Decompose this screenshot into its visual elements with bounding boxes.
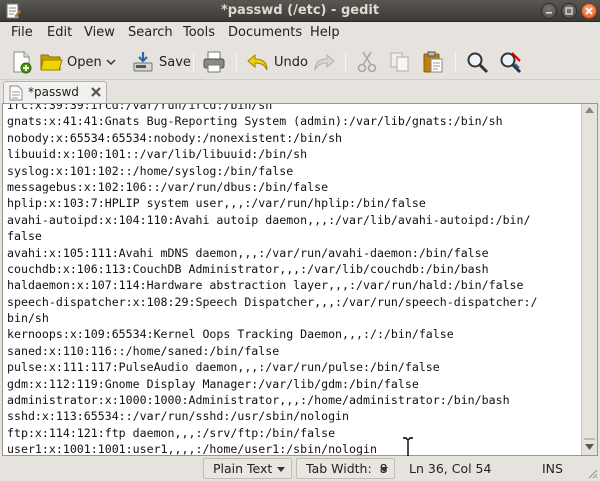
- undo-label: Undo: [274, 54, 308, 70]
- find-icon: [467, 52, 489, 74]
- save-label: Save: [159, 54, 191, 70]
- document-tab-bar: *passwd: [0, 80, 600, 104]
- resize-grip-icon[interactable]: [586, 467, 598, 479]
- minimize-button[interactable]: [541, 3, 557, 19]
- menu-bar: File Edit View Search Tools Documents He…: [0, 22, 600, 44]
- minimize-icon: [546, 12, 552, 14]
- cut-button[interactable]: [355, 48, 379, 76]
- text-line: gnats:x:41:41:Gnats Bug-Reporting System…: [7, 114, 503, 129]
- text-line: administrator:x:1000:1000:Administrator,…: [7, 393, 510, 408]
- close-button[interactable]: [581, 3, 597, 19]
- text-document-icon: [9, 85, 23, 101]
- copy-button[interactable]: [388, 48, 412, 76]
- open-folder-icon: [40, 54, 63, 71]
- cursor-position: Ln 36, Col 54: [409, 461, 492, 476]
- text-line: gdm:x:112:119:Gnome Display Manager:/var…: [7, 376, 419, 391]
- text-line: nobody:x:65534:65534:nobody:/nonexistent…: [7, 130, 343, 145]
- maximize-icon: [565, 7, 573, 15]
- maximize-button[interactable]: [561, 3, 577, 19]
- menu-tools[interactable]: Tools: [183, 25, 215, 40]
- toolbar-separator: [193, 52, 194, 72]
- toolbar: Open Save Undo: [0, 44, 600, 80]
- scroll-up-icon[interactable]: [585, 107, 594, 113]
- text-line: kernoops:x:109:65534:Kernel Oops Trackin…: [7, 327, 454, 342]
- text-view[interactable]: irc:x:39:39:ircd:/var/run/ircd:/bin/sh gn…: [7, 104, 580, 455]
- text-line: speech-dispatcher:x:108:29:Speech Dispat…: [7, 294, 538, 309]
- text-line: libuuid:x:100:101::/var/lib/libuuid:/bin…: [7, 147, 308, 162]
- text-line: false: [7, 229, 42, 244]
- find-replace-icon: [500, 52, 522, 74]
- menu-view[interactable]: View: [84, 25, 115, 40]
- text-line: irc:x:39:39:ircd:/var/run/ircd:/bin/sh: [7, 104, 273, 112]
- print-button[interactable]: [202, 48, 226, 76]
- copy-icon: [390, 52, 409, 72]
- find-button[interactable]: [465, 48, 489, 76]
- save-icon: [133, 52, 153, 72]
- close-tab-icon[interactable]: [90, 86, 102, 98]
- text-line: pulse:x:111:117:PulseAudio daemon,,,:/va…: [7, 360, 440, 375]
- find-replace-button[interactable]: [498, 48, 522, 76]
- undo-icon: [247, 53, 268, 71]
- chevron-down-icon: [106, 59, 116, 66]
- paste-icon: [423, 51, 443, 73]
- text-line: ftp:x:114:121:ftp daemon,,,:/srv/ftp:/bi…: [7, 425, 336, 440]
- editor[interactable]: irc:x:39:39:ircd:/var/run/ircd:/bin/sh gn…: [2, 103, 598, 456]
- language-label: Plain Text: [213, 461, 273, 476]
- text-line: user1:x:1001:1001:user1,,,,:/home/user1:…: [7, 442, 377, 455]
- text-line: sshd:x:113:65534::/var/run/sshd:/usr/sbi…: [7, 409, 350, 424]
- text-line: syslog:x:101:102::/home/syslog:/bin/fals…: [7, 163, 294, 178]
- open-recent-dropdown[interactable]: [106, 48, 116, 76]
- text-lines: irc:x:39:39:ircd:/var/run/ircd:/bin/sh gn…: [7, 104, 537, 455]
- scrollbar-thumb[interactable]: [584, 438, 595, 440]
- undo-button[interactable]: Undo: [246, 48, 308, 76]
- redo-icon: [314, 53, 335, 71]
- toolbar-separator: [455, 52, 456, 72]
- status-bar: Plain Text Tab Width: 8 Ln 36, Col 54 IN…: [0, 456, 600, 481]
- text-line: avahi-autoipd:x:104:110:Avahi autoip dae…: [7, 212, 531, 227]
- new-document-icon: [13, 51, 32, 74]
- cut-icon: [357, 51, 377, 73]
- text-line: bin/sh: [7, 311, 49, 326]
- toolbar-separator: [236, 52, 237, 72]
- toolbar-separator: [345, 52, 346, 72]
- vertical-scrollbar[interactable]: [581, 104, 597, 455]
- chevron-down-icon: [380, 467, 388, 472]
- new-button[interactable]: [9, 48, 33, 76]
- open-button[interactable]: Open: [39, 48, 102, 76]
- menu-search[interactable]: Search: [128, 25, 173, 40]
- title-bar[interactable]: *passwd (/etc) - gedit: [0, 0, 600, 22]
- document-tab[interactable]: *passwd: [3, 81, 107, 104]
- language-selector[interactable]: Plain Text: [203, 458, 292, 479]
- menu-documents[interactable]: Documents: [228, 25, 302, 40]
- save-button[interactable]: Save: [131, 48, 191, 76]
- menu-help[interactable]: Help: [310, 25, 340, 40]
- chevron-down-icon: [277, 467, 285, 472]
- close-icon: [585, 7, 593, 15]
- redo-button[interactable]: [312, 48, 336, 76]
- window-title: *passwd (/etc) - gedit: [220, 3, 380, 18]
- text-line: avahi:x:105:111:Avahi mDNS daemon,,,:/va…: [7, 245, 489, 260]
- open-label: Open: [67, 54, 102, 70]
- text-line: saned:x:110:116::/home/saned:/bin/false: [7, 343, 280, 358]
- scroll-down-icon[interactable]: [585, 444, 594, 450]
- text-line: haldaemon:x:107:114:Hardware abstraction…: [7, 278, 524, 293]
- text-line: couchdb:x:106:113:CouchDB Administrator,…: [7, 261, 489, 276]
- menu-file[interactable]: File: [11, 25, 33, 40]
- tab-title: *passwd: [28, 85, 79, 99]
- menu-edit[interactable]: Edit: [47, 25, 72, 40]
- insert-mode: INS: [542, 461, 563, 476]
- tab-width-label: Tab Width: 8: [306, 461, 388, 476]
- tab-width-selector[interactable]: Tab Width: 8: [296, 458, 395, 479]
- paste-button[interactable]: [421, 48, 445, 76]
- text-line: messagebus:x:102:106::/var/run/dbus:/bin…: [7, 179, 329, 194]
- text-line: hplip:x:103:7:HPLIP system user,,,:/var/…: [7, 196, 426, 211]
- print-icon: [203, 51, 225, 73]
